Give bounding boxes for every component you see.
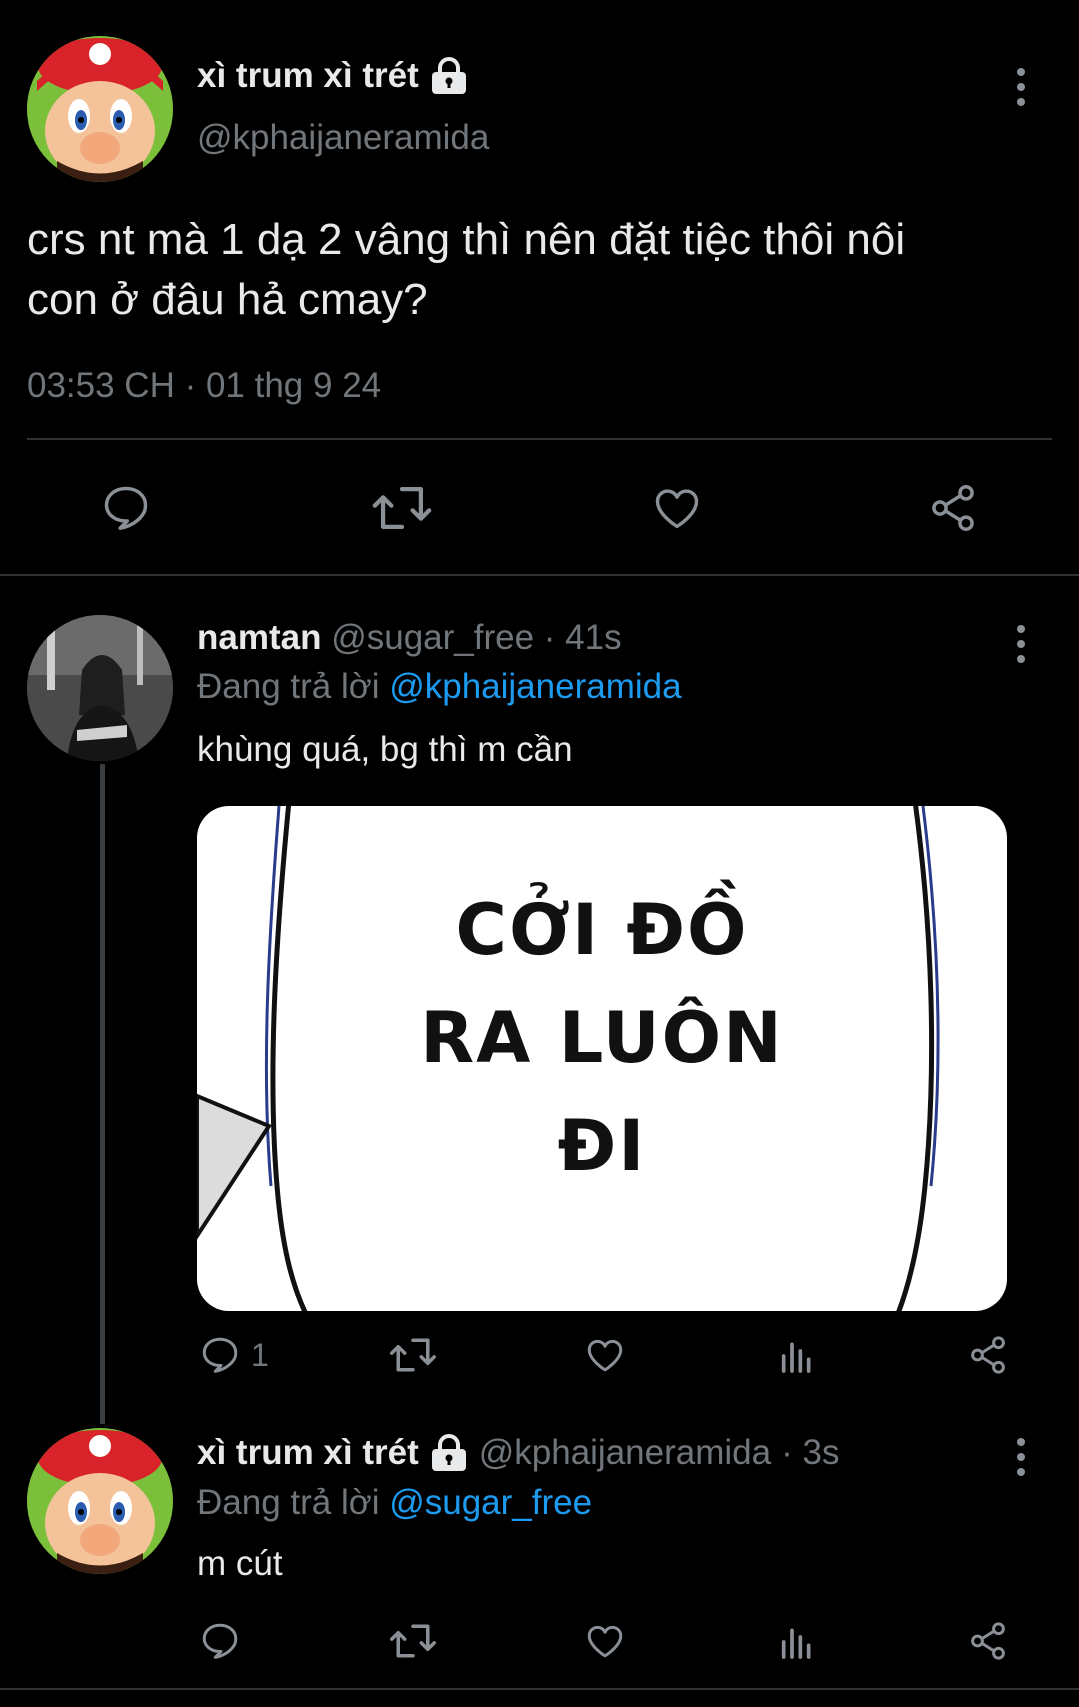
tweet-timestamp[interactable]: 03:53 CH · 01 thg 9 24 <box>27 366 381 406</box>
replying-to: Đang trả lời @sugar_free <box>197 1483 592 1523</box>
like-icon[interactable] <box>583 1334 627 1376</box>
views-icon[interactable] <box>777 1336 817 1376</box>
reply-button[interactable]: 1 <box>199 1334 269 1376</box>
replying-to-mention[interactable]: @kphaijaneramida <box>389 667 681 706</box>
comic-text-line: RA LUÔN <box>420 997 784 1079</box>
reply-count: 1 <box>251 1336 269 1373</box>
more-options-icon[interactable] <box>1017 625 1025 663</box>
author-avatar[interactable] <box>27 36 173 182</box>
reply-icon[interactable] <box>199 1620 241 1662</box>
mario-avatar-image <box>27 1428 173 1574</box>
like-icon[interactable] <box>650 482 704 534</box>
mario-avatar-image <box>27 36 173 182</box>
reply-text: khùng quá, bg thì m cần <box>197 730 573 769</box>
retweet-icon[interactable] <box>371 482 433 534</box>
tweet-text-line: con ở đâu hả cmay? <box>27 275 428 324</box>
like-icon[interactable] <box>583 1620 627 1662</box>
replying-to-label: Đang trả lời <box>197 667 380 706</box>
reply-time[interactable]: · 41s <box>544 618 622 657</box>
lock-icon <box>429 1434 469 1472</box>
reply-media-image[interactable]: CỞI ĐỒ RA LUÔN ĐI <box>197 806 1007 1311</box>
comic-text-line: CỞI ĐỒ <box>455 889 749 971</box>
reply-header: namtan @sugar_free · 41s <box>197 618 622 658</box>
photo-avatar-image <box>27 615 173 761</box>
author-name-row: xì trum xì trét <box>197 56 469 96</box>
reply-text: m cút <box>197 1544 283 1583</box>
retweet-icon[interactable] <box>389 1620 437 1662</box>
reply-author-name[interactable]: namtan <box>197 618 321 657</box>
reply-author-handle[interactable]: @sugar_free <box>331 618 534 657</box>
replying-to: Đang trả lời @kphaijaneramida <box>197 667 682 707</box>
reply-author-avatar[interactable] <box>27 615 173 761</box>
share-icon[interactable] <box>966 1334 1010 1376</box>
reply-icon[interactable] <box>199 1334 241 1376</box>
more-options-icon[interactable] <box>1017 1438 1025 1476</box>
author-display-name[interactable]: xì trum xì trét <box>197 56 419 96</box>
section-divider <box>0 574 1079 576</box>
reply-time[interactable]: · 3s <box>781 1433 839 1473</box>
replying-to-mention[interactable]: @sugar_free <box>389 1483 592 1522</box>
reply-author-handle[interactable]: @kphaijaneramida <box>479 1433 771 1473</box>
comic-text-line: ĐI <box>557 1105 647 1187</box>
author-handle[interactable]: @kphaijaneramida <box>197 118 489 158</box>
lock-icon <box>429 57 469 95</box>
share-icon[interactable] <box>926 482 980 534</box>
thread-line <box>100 764 105 1424</box>
section-divider <box>0 1688 1079 1690</box>
reply-header: xì trum xì trét @kphaijaneramida · 3s <box>197 1433 839 1473</box>
comic-text: CỞI ĐỒ RA LUÔN ĐI <box>197 876 1007 1200</box>
divider <box>27 438 1052 440</box>
reply-author-name[interactable]: xì trum xì trét <box>197 1433 419 1473</box>
replying-to-label: Đang trả lời <box>197 1483 380 1522</box>
tweet-text: crs nt mà 1 dạ 2 vâng thì nên đặt tiệc t… <box>27 210 905 330</box>
share-icon[interactable] <box>966 1620 1010 1662</box>
more-options-icon[interactable] <box>1017 68 1025 106</box>
retweet-icon[interactable] <box>389 1334 437 1376</box>
views-icon[interactable] <box>777 1622 817 1662</box>
reply-author-avatar[interactable] <box>27 1428 173 1574</box>
tweet-text-line: crs nt mà 1 dạ 2 vâng thì nên đặt tiệc t… <box>27 215 906 264</box>
reply-icon[interactable] <box>99 482 153 534</box>
